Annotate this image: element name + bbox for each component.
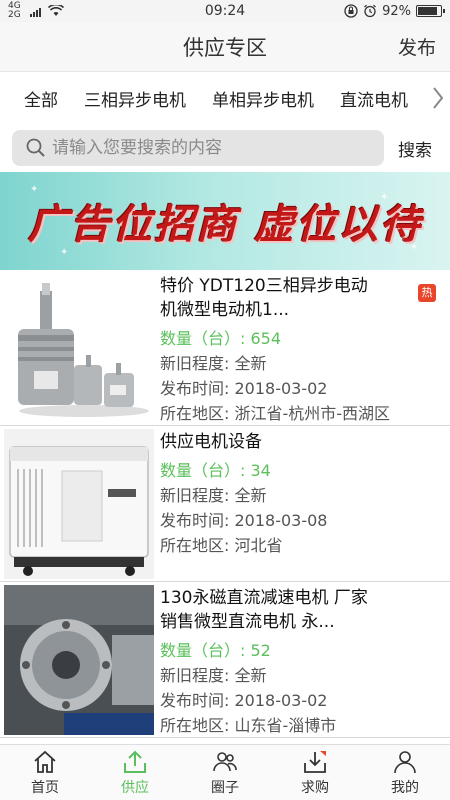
user-icon [394, 750, 416, 773]
tab-label: 首页 [31, 779, 59, 796]
tab-mine[interactable]: 我的 [360, 745, 450, 800]
page-title: 供应专区 [183, 35, 267, 60]
product-region: 所在地区: 浙江省-杭州市-西湖区 [160, 404, 391, 423]
product-info: 供应电机设备 数量（台）: 34 新旧程度: 全新 发布时间: 2018-03-… [160, 426, 450, 581]
product-image-motor [4, 273, 154, 423]
category-tab-all[interactable]: 全部 [24, 86, 58, 111]
product-title: 供应电机设备 [160, 432, 262, 452]
product-quantity: 数量（台）: 654 [160, 329, 282, 348]
product-date: 发布时间: 2018-03-02 [160, 379, 328, 398]
product-info: 特价 YDT120三相异步电动机微型电动机1... 数量（台）: 654 新旧程… [160, 270, 450, 425]
search-input[interactable] [52, 138, 352, 158]
sparkle-icon: ✦ [60, 247, 69, 258]
search-row: 搜索 [0, 124, 450, 172]
product-date: 发布时间: 2018-03-02 [160, 691, 328, 710]
tab-label: 我的 [391, 779, 419, 796]
upload-icon [124, 750, 146, 773]
people-icon [213, 751, 237, 771]
tab-home[interactable]: 首页 [0, 745, 90, 800]
chevron-right-icon[interactable] [426, 72, 450, 124]
product-title: 130永磁直流减速电机 厂家销售微型直流电机 永... [160, 588, 368, 632]
tab-label: 圈子 [211, 779, 239, 796]
product-region: 所在地区: 河北省 [160, 536, 283, 555]
tab-label: 供应 [121, 779, 149, 796]
product-title: 特价 YDT120三相异步电动机微型电动机1... [160, 276, 368, 320]
product-image-generator [4, 429, 154, 579]
status-bar: 4G 2G 09:24 92% [0, 0, 450, 22]
tab-circle[interactable]: 圈子 [180, 745, 270, 800]
sparkle-icon: ✦ [410, 242, 419, 253]
search-button[interactable]: 搜索 [398, 136, 432, 161]
product-condition: 新旧程度: 全新 [160, 666, 267, 685]
tab-label: 求购 [301, 779, 329, 796]
tab-supply[interactable]: 供应 [90, 745, 180, 800]
product-image-gear-motor [4, 585, 154, 735]
product-list: 特价 YDT120三相异步电动机微型电动机1... 数量（台）: 654 新旧程… [0, 270, 450, 738]
sparkle-icon: ✦ [30, 184, 39, 195]
sparkle-icon: ✦ [380, 192, 389, 203]
category-tab-three-phase[interactable]: 三相异步电机 [84, 86, 186, 111]
banner-text: 广告位招商 虚位以待 [28, 201, 422, 248]
product-quantity: 数量（台）: 34 [160, 461, 271, 480]
download-icon [304, 750, 326, 773]
search-box[interactable] [12, 130, 384, 166]
home-icon [34, 750, 56, 773]
product-info: 130永磁直流减速电机 厂家销售微型直流电机 永... 数量（台）: 52 新旧… [160, 582, 450, 737]
category-tab-single-phase[interactable]: 单相异步电机 [212, 86, 314, 111]
hot-badge: 热 [418, 284, 436, 302]
product-quantity: 数量（台）: 52 [160, 641, 271, 660]
product-condition: 新旧程度: 全新 [160, 354, 267, 373]
app-header: 供应专区 发布 [0, 22, 450, 72]
list-item[interactable]: 130永磁直流减速电机 厂家销售微型直流电机 永... 数量（台）: 52 新旧… [0, 582, 450, 738]
publish-button[interactable]: 发布 [398, 33, 436, 60]
product-region: 所在地区: 山东省-淄博市 [160, 716, 337, 735]
clock: 09:24 [204, 3, 246, 19]
battery-fill [418, 7, 437, 15]
bottom-tab-bar: 首页 供应 圈子 求购 我的 [0, 744, 450, 800]
product-condition: 新旧程度: 全新 [160, 486, 267, 505]
tab-purchase[interactable]: 求购 [270, 745, 360, 800]
ad-banner[interactable]: ✦ ✦ ✦ ✦ 广告位招商 虚位以待 [0, 172, 450, 270]
search-icon [26, 138, 45, 157]
list-item[interactable]: 特价 YDT120三相异步电动机微型电动机1... 数量（台）: 654 新旧程… [0, 270, 450, 426]
list-item[interactable]: 供应电机设备 数量（台）: 34 新旧程度: 全新 发布时间: 2018-03-… [0, 426, 450, 582]
product-date: 发布时间: 2018-03-08 [160, 511, 328, 530]
category-tabs: 全部 三相异步电机 单相异步电机 直流电机 [0, 72, 450, 124]
category-tab-dc[interactable]: 直流电机 [340, 86, 408, 111]
battery-icon [416, 5, 445, 17]
